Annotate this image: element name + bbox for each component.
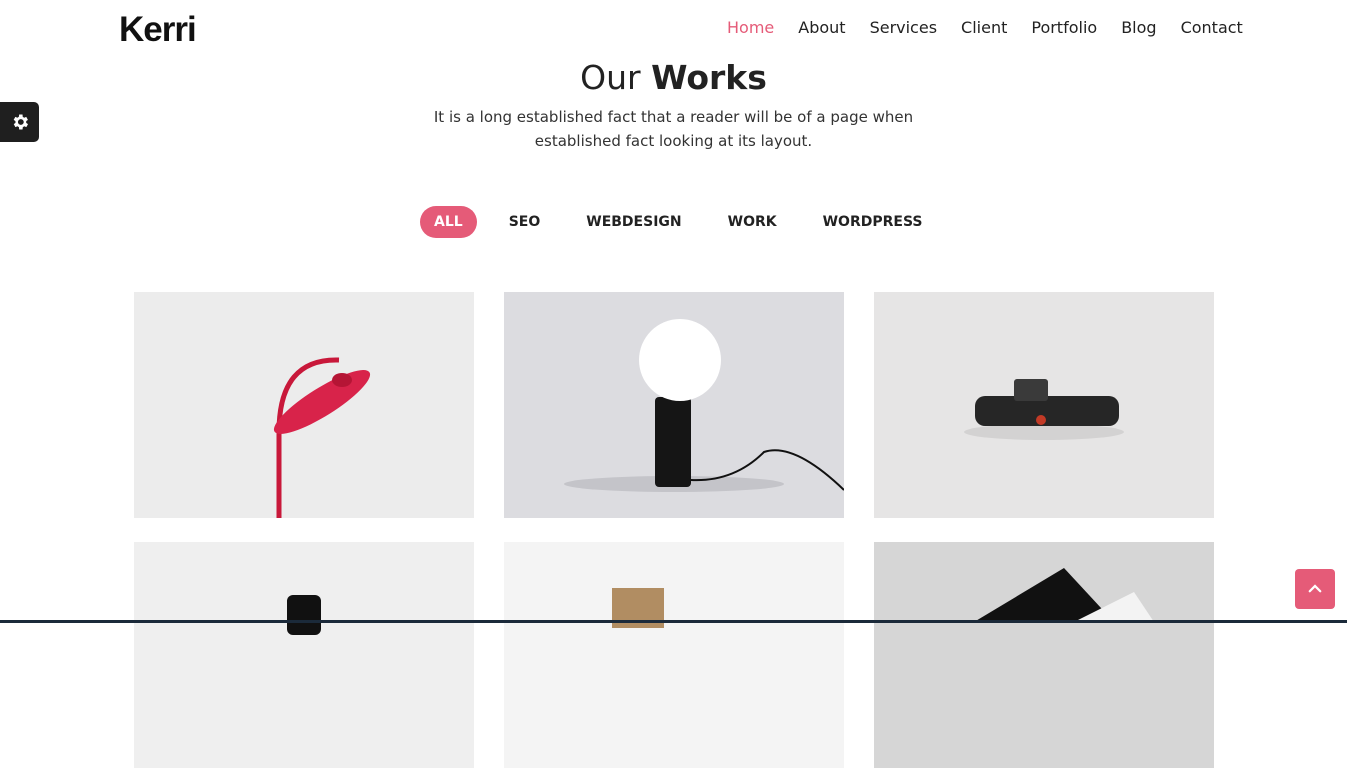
nav-portfolio[interactable]: Portfolio: [1031, 18, 1097, 37]
portfolio-item-6[interactable]: [874, 542, 1214, 768]
filter-all[interactable]: ALL: [420, 206, 477, 238]
portfolio-item-4[interactable]: [134, 542, 474, 768]
chevron-up-icon: [1308, 584, 1322, 593]
filter-wordpress[interactable]: WORDPRESS: [809, 206, 937, 238]
paper-sheets-image: [974, 568, 1154, 622]
portfolio-item-3[interactable]: [874, 292, 1214, 518]
brand-logo[interactable]: Kerri: [119, 10, 197, 50]
globe-lamp-image: [564, 319, 844, 492]
gear-icon: [13, 114, 28, 130]
filter-work[interactable]: WORK: [714, 206, 791, 238]
nav-contact[interactable]: Contact: [1181, 18, 1243, 37]
nav-about[interactable]: About: [798, 18, 845, 37]
main-nav: Home About Services Client Portfolio Blo…: [727, 18, 1267, 37]
section-subtitle: It is a long established fact that a rea…: [433, 108, 914, 150]
portfolio-filters: ALL SEO WEBDESIGN WORK WORDPRESS: [420, 206, 955, 238]
filter-webdesign[interactable]: WEBDESIGN: [572, 206, 695, 238]
red-desk-lamp-image: [273, 357, 371, 518]
portfolio-item-1[interactable]: [134, 292, 474, 518]
filter-seo[interactable]: SEO: [495, 206, 555, 238]
section-title: Our Works: [580, 58, 767, 97]
camera-device-image: [964, 379, 1124, 440]
scroll-to-top-button[interactable]: [1295, 569, 1335, 609]
nav-home[interactable]: Home: [727, 18, 774, 37]
portfolio-item-5[interactable]: [504, 542, 844, 768]
nav-client[interactable]: Client: [961, 18, 1007, 37]
black-cylinder-image: [287, 595, 321, 635]
settings-toggle-button[interactable]: [0, 102, 39, 142]
portfolio-item-2[interactable]: [504, 292, 844, 518]
nav-services[interactable]: Services: [870, 18, 937, 37]
nav-blog[interactable]: Blog: [1121, 18, 1156, 37]
business-card-image: [612, 588, 664, 628]
